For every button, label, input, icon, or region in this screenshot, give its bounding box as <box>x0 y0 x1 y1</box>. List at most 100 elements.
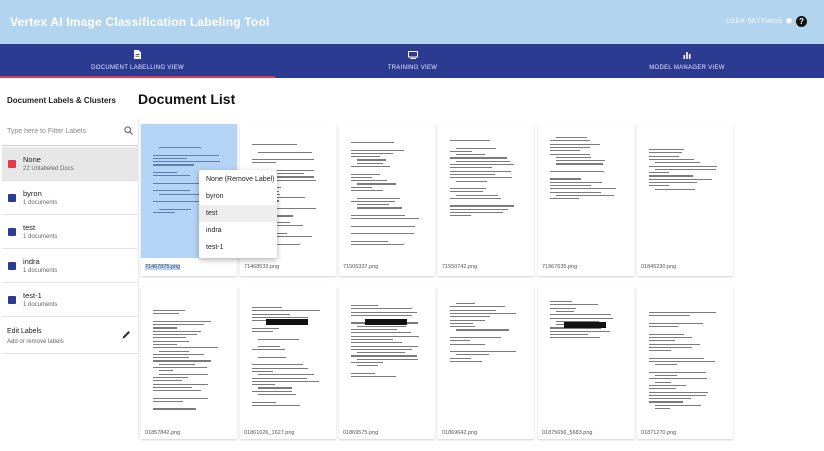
tab-model-manager[interactable]: MODEL MANAGER VIEW <box>550 44 824 78</box>
app-title: Vertex AI Image Classification Labeling … <box>10 15 270 29</box>
menu-item-indra[interactable]: indra <box>199 222 277 239</box>
document-page-preview <box>351 129 423 253</box>
document-text-line <box>649 398 692 400</box>
document-card[interactable]: 71967635.png <box>538 124 634 276</box>
document-filename: 01875656_5683.png <box>542 430 592 436</box>
document-text-line <box>649 322 703 324</box>
document-text-line <box>655 188 696 190</box>
document-text-line <box>153 400 184 403</box>
document-text-line <box>550 140 590 142</box>
document-card[interactable]: 01869575.png <box>339 287 435 439</box>
document-text-line <box>351 190 383 192</box>
document-card[interactable]: 01871270.png <box>637 287 733 439</box>
label-item-test-1[interactable]: test-1 1 documents <box>2 283 138 317</box>
document-text-line <box>655 162 701 164</box>
document-text-line <box>351 225 416 227</box>
document-text-line <box>153 380 182 382</box>
menu-item-none[interactable]: None (Remove Label) <box>199 171 277 188</box>
help-icon[interactable]: ? <box>796 16 807 27</box>
document-card[interactable]: 71550742.png <box>438 124 534 276</box>
document-text-line <box>153 154 220 156</box>
document-text-line <box>649 401 684 403</box>
document-text-line <box>450 212 503 214</box>
document-card[interactable]: 01857842.png <box>141 287 237 439</box>
label-tag-icon <box>8 194 16 202</box>
pencil-icon[interactable] <box>122 330 131 342</box>
document-text-line <box>450 309 496 311</box>
document-text-line <box>649 357 704 359</box>
redaction-block <box>266 319 308 325</box>
document-filename: 71967635.png <box>542 264 577 270</box>
document-page-preview <box>550 129 622 253</box>
document-text-line <box>258 356 287 358</box>
label-filter <box>2 119 138 146</box>
document-thumbnail <box>339 287 435 425</box>
document-text-line <box>450 215 472 217</box>
user-settings-button[interactable]: USER SETTINGS ✹ <box>726 17 793 26</box>
document-text-line <box>351 218 419 220</box>
sidebar-divider <box>138 119 139 439</box>
document-card[interactable]: 01845230.png <box>637 124 733 276</box>
document-text-line <box>357 365 378 367</box>
document-filename-text: 01845230.png <box>641 264 677 270</box>
document-filename: 71468533.png <box>244 264 279 270</box>
document-text-line <box>153 171 178 174</box>
document-text-line <box>351 244 404 246</box>
document-icon <box>134 49 141 61</box>
document-text-line <box>450 150 472 152</box>
label-filter-input[interactable] <box>7 128 117 135</box>
document-text-line <box>258 338 299 340</box>
document-card[interactable]: 01875656_5683.png <box>538 287 634 439</box>
document-text-line <box>655 168 716 170</box>
document-text-line <box>153 343 178 346</box>
document-text-line <box>649 185 670 187</box>
label-tag-icon <box>8 262 16 270</box>
document-text-line <box>450 173 495 176</box>
document-card[interactable]: 01869642.png <box>438 287 534 439</box>
document-text-line <box>351 149 404 151</box>
document-card[interactable]: 01861626_1627.png <box>240 287 336 439</box>
label-item-indra[interactable]: indra 1 documents <box>2 249 138 283</box>
document-filename: 01869642.png <box>442 430 477 436</box>
document-text-line <box>351 372 376 374</box>
document-text-line <box>153 334 197 336</box>
document-text-line <box>159 373 208 375</box>
tab-label: MODEL MANAGER VIEW <box>649 65 725 71</box>
document-text-line <box>450 319 486 321</box>
document-text-line <box>351 332 411 334</box>
document-text-line <box>649 343 701 345</box>
redaction-block <box>365 319 407 325</box>
tab-document-labelling[interactable]: DOCUMENT LABELLING VIEW <box>0 44 275 78</box>
document-text-line <box>450 140 490 142</box>
document-text-line <box>649 149 684 151</box>
search-icon[interactable] <box>124 126 133 137</box>
document-text-line <box>450 316 491 318</box>
tab-training[interactable]: TRAINING VIEW <box>275 44 550 78</box>
document-filename: 01861626_1627.png <box>244 430 294 436</box>
menu-item-test[interactable]: test <box>199 205 277 222</box>
document-text-line <box>550 304 598 306</box>
document-text-line <box>351 355 417 357</box>
edit-labels-title: Edit Labels <box>7 328 42 335</box>
label-item-test[interactable]: test 1 documents <box>2 215 138 249</box>
document-text-line <box>450 306 505 308</box>
document-text-line <box>153 408 196 410</box>
label-item-byron[interactable]: byron 1 documents <box>2 181 138 215</box>
menu-item-test-1[interactable]: test-1 <box>199 239 277 256</box>
document-text-line <box>649 175 694 177</box>
label-item-none[interactable]: None 22 Unlabeled Docs <box>2 147 138 181</box>
document-text-line <box>252 327 280 329</box>
document-text-line <box>456 147 497 149</box>
document-text-line <box>357 159 387 161</box>
edit-labels-row[interactable]: Edit Labels Add or remove labels <box>2 322 138 354</box>
document-text-line <box>649 155 679 157</box>
menu-item-byron[interactable]: byron <box>199 188 277 205</box>
document-text-line <box>252 349 286 351</box>
document-thumbnail <box>339 124 435 258</box>
document-text-line <box>649 172 670 174</box>
document-card[interactable]: 71506337.png <box>339 124 435 276</box>
document-filename-text: 01871270.png <box>641 430 677 436</box>
document-text-line <box>252 367 309 369</box>
document-text-line <box>456 354 490 356</box>
document-text-line <box>450 177 513 179</box>
